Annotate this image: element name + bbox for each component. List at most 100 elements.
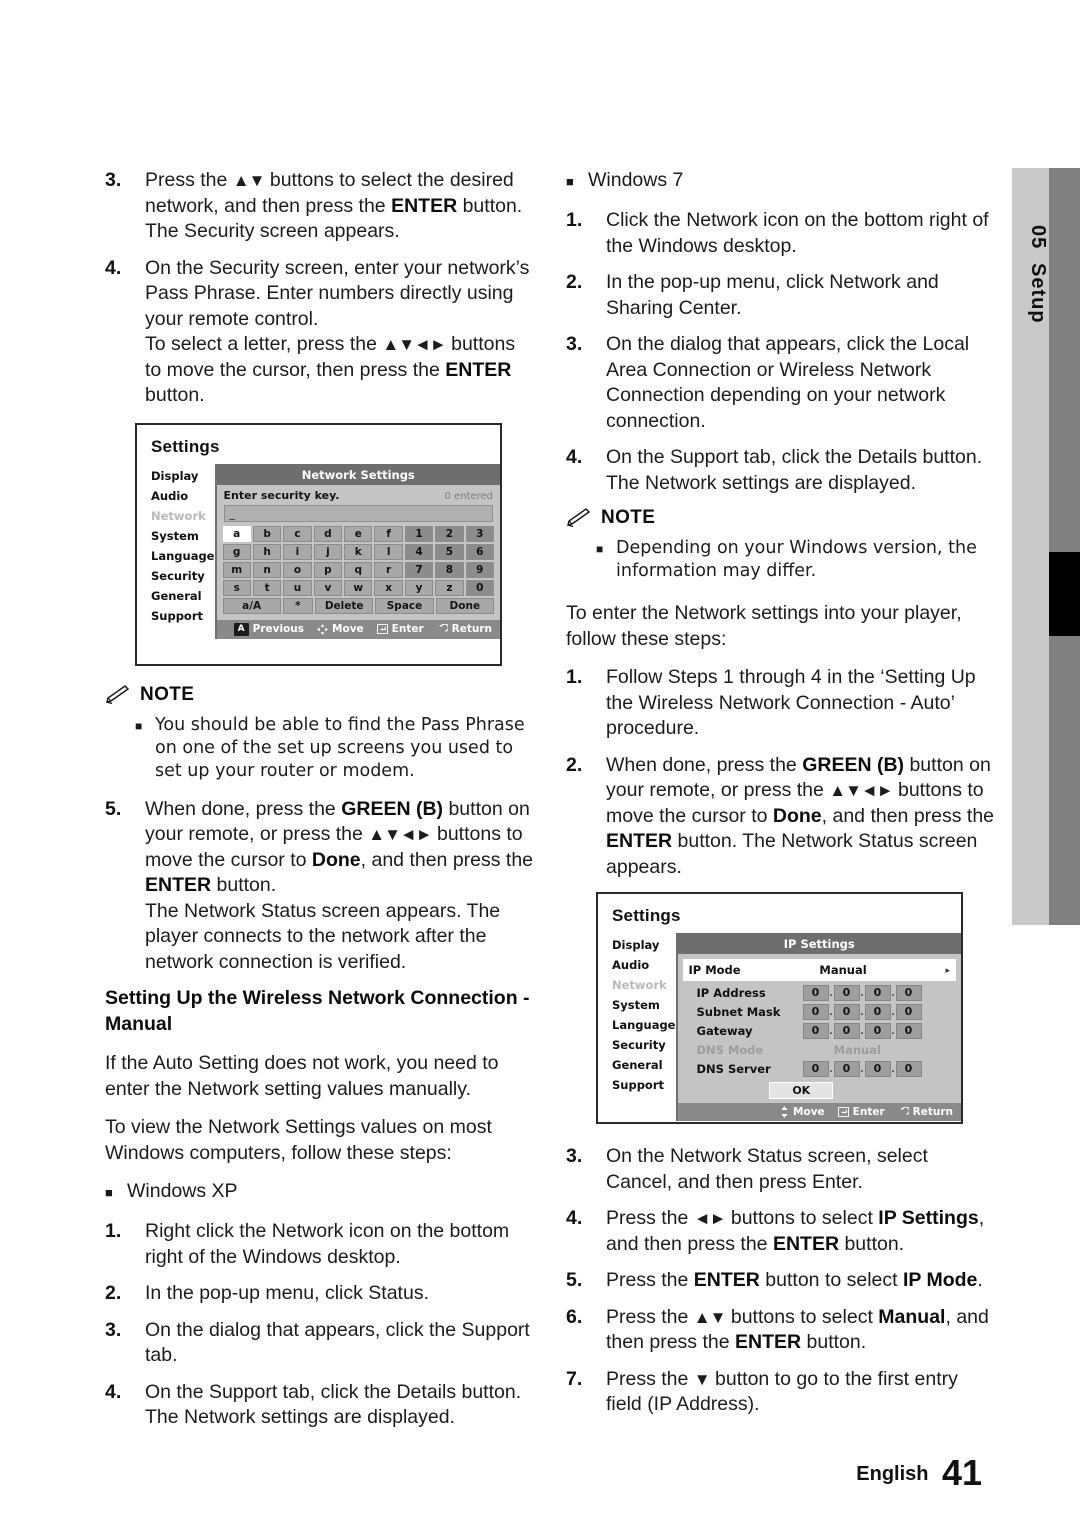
key-1[interactable]: 1 <box>404 525 434 542</box>
right-step-7: 7. Press the ▼ button to go to the first… <box>566 1367 996 1418</box>
osd-menu-item-system[interactable]: System <box>612 995 676 1015</box>
key-case-toggle[interactable]: a/A <box>222 597 281 614</box>
key-done[interactable]: Done <box>435 597 494 614</box>
key-7[interactable]: 7 <box>404 561 434 578</box>
ip-address-row[interactable]: IP Address 0.0.0.0 <box>683 984 957 1001</box>
osd-menu-item-language[interactable]: Language <box>612 1015 676 1035</box>
osd-menu-item-general[interactable]: General <box>612 1055 676 1075</box>
key-u[interactable]: u <box>283 579 312 596</box>
key-w[interactable]: w <box>344 579 373 596</box>
key-x[interactable]: x <box>374 579 403 596</box>
key-j[interactable]: j <box>313 543 343 560</box>
dns-mode-row[interactable]: DNS Mode Manual <box>683 1041 957 1058</box>
osd-menu-item-network[interactable]: Network <box>151 506 215 526</box>
osd-menu-item-security[interactable]: Security <box>612 1035 676 1055</box>
osd-menu-item-display[interactable]: Display <box>151 466 215 486</box>
octet-4[interactable]: 0 <box>895 1003 922 1020</box>
key-m[interactable]: m <box>222 561 251 578</box>
key-p[interactable]: p <box>313 561 343 578</box>
octet-2[interactable]: 0 <box>833 1060 860 1077</box>
octet-3[interactable]: 0 <box>864 1022 891 1039</box>
gateway-row[interactable]: Gateway 0.0.0.0 <box>683 1022 957 1039</box>
key-h[interactable]: h <box>252 543 282 560</box>
octet-2[interactable]: 0 <box>833 984 860 1001</box>
key-f[interactable]: f <box>374 525 403 542</box>
osd-menu-item-language[interactable]: Language <box>151 546 215 566</box>
key-5[interactable]: 5 <box>435 543 464 560</box>
key-i[interactable]: i <box>283 543 312 560</box>
right-step-1: 1. Follow Steps 1 through 4 in the ‘Sett… <box>566 665 996 742</box>
step-text: When done, press the GREEN (B) button on… <box>606 753 995 878</box>
key-9[interactable]: 9 <box>465 561 495 578</box>
key-q[interactable]: q <box>344 561 373 578</box>
os-bullet-windows-7: ■ Windows 7 <box>566 168 996 195</box>
key-y[interactable]: y <box>404 579 434 596</box>
osd-menu-item-support[interactable]: Support <box>612 1075 676 1095</box>
key-t[interactable]: t <box>252 579 282 596</box>
octet-1[interactable]: 0 <box>802 984 829 1001</box>
key-o[interactable]: o <box>283 561 312 578</box>
osd-menu-item-general[interactable]: General <box>151 586 215 606</box>
key-space[interactable]: Space <box>375 597 434 614</box>
octet-3[interactable]: 0 <box>864 1060 891 1077</box>
security-key-prompt: Enter security key. <box>223 488 340 502</box>
key-n[interactable]: n <box>252 561 282 578</box>
key-d[interactable]: d <box>313 525 343 542</box>
key-delete[interactable]: Delete <box>315 597 374 614</box>
ip-mode-label: IP Mode <box>688 963 741 977</box>
arrow-glyphs: ▲▼◄► <box>829 781 893 800</box>
key-8[interactable]: 8 <box>435 561 464 578</box>
key-r[interactable]: r <box>374 561 403 578</box>
dns-server-row[interactable]: DNS Server 0.0.0.0 <box>683 1060 957 1077</box>
osd-menu-item-display[interactable]: Display <box>612 935 676 955</box>
octet-1[interactable]: 0 <box>802 1003 829 1020</box>
key-g[interactable]: g <box>222 543 251 560</box>
osd-menu-item-security[interactable]: Security <box>151 566 215 586</box>
key-3[interactable]: 3 <box>465 525 495 542</box>
key-s[interactable]: s <box>222 579 251 596</box>
key-a[interactable]: a <box>222 525 251 542</box>
step-text: Right click the Network icon on the bott… <box>145 1220 510 1268</box>
osd-menu-item-network[interactable]: Network <box>612 975 676 995</box>
key-v[interactable]: v <box>313 579 343 596</box>
octet-3[interactable]: 0 <box>864 1003 891 1020</box>
key-c[interactable]: c <box>283 525 312 542</box>
osd-menu-item-support[interactable]: Support <box>151 606 215 626</box>
octet-2[interactable]: 0 <box>833 1003 860 1020</box>
octet-4[interactable]: 0 <box>895 1022 922 1039</box>
step-number: 1. <box>566 666 583 688</box>
key-4[interactable]: 4 <box>404 543 434 560</box>
octet-4[interactable]: 0 <box>895 984 922 1001</box>
octet-4[interactable]: 0 <box>895 1060 922 1077</box>
intro-paragraph-2: To view the Network Settings values on m… <box>105 1116 492 1164</box>
xp-step-4: 4. On the Support tab, click the Details… <box>105 1380 535 1431</box>
key-b[interactable]: b <box>252 525 282 542</box>
pencil-note-icon <box>567 508 591 528</box>
key-6[interactable]: 6 <box>465 543 495 560</box>
subnet-mask-label: Subnet Mask <box>696 1004 781 1019</box>
osd-menu-item-audio[interactable]: Audio <box>151 486 215 506</box>
right-step-6: 6. Press the ▲▼ buttons to select Manual… <box>566 1305 996 1356</box>
key-0[interactable]: 0 <box>465 579 495 596</box>
key-symbol[interactable]: * <box>282 597 313 614</box>
key-k[interactable]: k <box>344 543 373 560</box>
key-2[interactable]: 2 <box>435 525 464 542</box>
step-text: Follow Steps 1 through 4 in the ‘Setting… <box>606 666 976 739</box>
security-key-input[interactable]: _ <box>223 504 493 522</box>
chapter-number: 05 <box>1027 224 1049 249</box>
win7-step-4: 4. On the Support tab, click the Details… <box>566 445 996 496</box>
osd-menu-item-audio[interactable]: Audio <box>612 955 676 975</box>
ok-button[interactable]: OK <box>769 1082 834 1099</box>
ip-mode-row[interactable]: IP Mode Manual ▸ <box>682 959 956 981</box>
octet-1[interactable]: 0 <box>802 1022 829 1039</box>
osd-menu-item-system[interactable]: System <box>151 526 215 546</box>
step-text: On the Support tab, click the Details bu… <box>606 446 983 494</box>
key-z[interactable]: z <box>435 579 464 596</box>
osd-panel: IP Settings IP Mode Manual ▸ IP Address … <box>675 933 961 1121</box>
key-e[interactable]: e <box>344 525 373 542</box>
subnet-mask-row[interactable]: Subnet Mask 0.0.0.0 <box>683 1003 957 1020</box>
octet-2[interactable]: 0 <box>833 1022 860 1039</box>
key-l[interactable]: l <box>374 543 403 560</box>
octet-1[interactable]: 0 <box>802 1060 829 1077</box>
octet-3[interactable]: 0 <box>864 984 891 1001</box>
